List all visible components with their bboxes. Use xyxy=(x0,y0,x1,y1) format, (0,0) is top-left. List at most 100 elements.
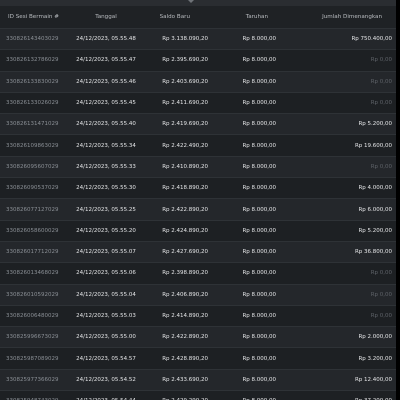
session-id-cell[interactable]: 330825977366029 xyxy=(0,368,66,391)
session-id-cell[interactable]: 330825996673029 xyxy=(0,326,66,348)
bet-cell: Rp 8.000,00 xyxy=(214,198,280,221)
table-row[interactable]: 330826131471029 24/12/2023, 05.55.40 Rp 2.… xyxy=(0,113,396,135)
win-cell: Rp 5.200,00 xyxy=(280,219,396,242)
win-cell: Rp 5.200,00 xyxy=(280,113,396,135)
balance-cell: Rp 2.398.890,20 xyxy=(146,262,214,285)
session-id-cell[interactable]: 330826010592029 xyxy=(0,283,66,306)
date-cell: 24/12/2023, 05.55.30 xyxy=(66,177,146,199)
history-table: ID Sesi Bermain # Tanggal Saldo Baru Tar… xyxy=(0,6,396,400)
column-header-win[interactable]: Jumlah Dimenangkan xyxy=(280,6,396,29)
bet-cell: Rp 8.000,00 xyxy=(214,368,280,391)
column-header-date[interactable]: Tanggal xyxy=(66,6,146,29)
balance-cell: Rp 2.422.490,20 xyxy=(146,134,214,157)
balance-cell: Rp 2.410.890,20 xyxy=(146,155,214,178)
game-history-panel: ID Sesi Bermain # Tanggal Saldo Baru Tar… xyxy=(0,0,396,400)
session-id-cell[interactable]: 330826132786029 xyxy=(0,49,66,72)
bet-cell: Rp 8.000,00 xyxy=(214,113,280,135)
date-cell: 24/12/2023, 05.54.52 xyxy=(66,368,146,391)
session-id-cell[interactable]: 330825987089029 xyxy=(0,347,66,370)
win-cell: Rp 37.200,00 xyxy=(280,390,396,400)
balance-cell: Rp 2.424.890,20 xyxy=(146,219,214,242)
bet-cell: Rp 8.000,00 xyxy=(214,27,280,50)
date-cell: 24/12/2023, 05.55.20 xyxy=(66,219,146,242)
bet-cell: Rp 8.000,00 xyxy=(214,155,280,178)
balance-cell: Rp 2.403.690,20 xyxy=(146,70,214,93)
session-id-cell[interactable]: 330826090537029 xyxy=(0,177,66,199)
bet-cell: Rp 8.000,00 xyxy=(214,326,280,348)
table-row[interactable]: 330826095607029 24/12/2023, 05.55.33 Rp 2.… xyxy=(0,155,396,178)
session-id-cell[interactable]: 330826131471029 xyxy=(0,113,66,135)
balance-cell: Rp 2.419.690,20 xyxy=(146,113,214,135)
win-cell: Rp 3.200,00 xyxy=(280,347,396,370)
balance-cell: Rp 2.414.890,20 xyxy=(146,304,214,327)
date-cell: 24/12/2023, 05.55.07 xyxy=(66,240,146,263)
table-row[interactable]: 330826143403029 24/12/2023, 05.55.48 Rp 3.… xyxy=(0,27,396,50)
table-row[interactable]: 330825977366029 24/12/2023, 05.54.52 Rp 2.… xyxy=(0,368,396,391)
session-id-cell[interactable]: 330826109863029 xyxy=(0,134,66,157)
table-row[interactable]: 330826133026029 24/12/2023, 05.55.45 Rp 2.… xyxy=(0,91,396,114)
win-cell: Rp 0,00 xyxy=(280,70,396,93)
session-id-cell[interactable]: 330825948743029 xyxy=(0,390,66,400)
table-row[interactable]: 330826010592029 24/12/2023, 05.55.04 Rp 2.… xyxy=(0,283,396,306)
column-header-bet[interactable]: Taruhan xyxy=(214,6,280,29)
win-cell: Rp 2.000,00 xyxy=(280,326,396,348)
dropdown-caret-icon[interactable] xyxy=(188,0,194,3)
balance-cell: Rp 2.427.690,20 xyxy=(146,240,214,263)
scrollbar[interactable] xyxy=(396,0,400,400)
date-cell: 24/12/2023, 05.55.46 xyxy=(66,70,146,93)
table-row[interactable]: 330826133830029 24/12/2023, 05.55.46 Rp 2.… xyxy=(0,70,396,93)
balance-cell: Rp 2.422.890,20 xyxy=(146,198,214,221)
table-row[interactable]: 330826132786029 24/12/2023, 05.55.47 Rp 2.… xyxy=(0,49,396,72)
table-row[interactable]: 330825987089029 24/12/2023, 05.54.57 Rp 2.… xyxy=(0,347,396,370)
win-cell: Rp 750.400,00 xyxy=(280,27,396,50)
session-id-cell[interactable]: 330826133830029 xyxy=(0,70,66,93)
table-row[interactable]: 330826109863029 24/12/2023, 05.55.34 Rp 2.… xyxy=(0,134,396,157)
win-cell: Rp 0,00 xyxy=(280,91,396,114)
table-header-row: ID Sesi Bermain # Tanggal Saldo Baru Tar… xyxy=(0,6,396,29)
session-id-cell[interactable]: 330826133026029 xyxy=(0,91,66,114)
table-row[interactable]: 330826077127029 24/12/2023, 05.55.25 Rp 2.… xyxy=(0,198,396,221)
win-cell: Rp 12.400,00 xyxy=(280,368,396,391)
table-row[interactable]: 330826006480029 24/12/2023, 05.55.03 Rp 2.… xyxy=(0,304,396,327)
session-id-cell[interactable]: 330826058600029 xyxy=(0,219,66,242)
win-cell: Rp 0,00 xyxy=(280,155,396,178)
date-cell: 24/12/2023, 05.54.57 xyxy=(66,347,146,370)
bet-cell: Rp 8.000,00 xyxy=(214,283,280,306)
table-row[interactable]: 330825996673029 24/12/2023, 05.55.00 Rp 2.… xyxy=(0,326,396,348)
session-id-cell[interactable]: 330826006480029 xyxy=(0,304,66,327)
bet-cell: Rp 8.000,00 xyxy=(214,70,280,93)
balance-cell: Rp 2.411.690,20 xyxy=(146,91,214,114)
win-cell: Rp 0,00 xyxy=(280,304,396,327)
table-row[interactable]: 33082594874302924/12/2023, 05.54.44Rp 2.… xyxy=(0,390,396,400)
balance-cell: Rp 2.429.290,20 xyxy=(146,390,214,400)
table-row[interactable]: 330826058600029 24/12/2023, 05.55.20 Rp 2.… xyxy=(0,219,396,242)
session-id-cell[interactable]: 330826077127029 xyxy=(0,198,66,221)
session-id-cell[interactable]: 330826013468029 xyxy=(0,262,66,285)
bet-cell: Rp 8.000,00 xyxy=(214,219,280,242)
balance-cell: Rp 2.433.690,20 xyxy=(146,368,214,391)
balance-cell: Rp 2.418.890,20 xyxy=(146,177,214,199)
session-id-cell[interactable]: 330826095607029 xyxy=(0,155,66,178)
win-cell: Rp 19.600,00 xyxy=(280,134,396,157)
win-cell: Rp 36.800,00 xyxy=(280,240,396,263)
date-cell: 24/12/2023, 05.55.48 xyxy=(66,27,146,50)
column-header-balance[interactable]: Saldo Baru xyxy=(146,6,214,29)
panel-top-bar xyxy=(0,0,396,6)
date-cell: 24/12/2023, 05.55.33 xyxy=(66,155,146,178)
bet-cell: Rp 8.000,00 xyxy=(214,134,280,157)
balance-cell: Rp 2.428.890,20 xyxy=(146,347,214,370)
column-header-session-id[interactable]: ID Sesi Bermain # xyxy=(0,6,66,29)
date-cell: 24/12/2023, 05.55.25 xyxy=(66,198,146,221)
balance-cell: Rp 3.138.090,20 xyxy=(146,27,214,50)
bet-cell: Rp 8.000,00 xyxy=(214,390,280,400)
bet-cell: Rp 8.000,00 xyxy=(214,49,280,72)
table-row[interactable]: 330826017712029 24/12/2023, 05.55.07 Rp 2.… xyxy=(0,240,396,263)
win-cell: Rp 0,00 xyxy=(280,283,396,306)
table-row[interactable]: 330826090537029 24/12/2023, 05.55.30 Rp 2.… xyxy=(0,177,396,199)
session-id-cell[interactable]: 330826017712029 xyxy=(0,240,66,263)
bet-cell: Rp 8.000,00 xyxy=(214,91,280,114)
table-row[interactable]: 330826013468029 24/12/2023, 05.55.06 Rp 2.… xyxy=(0,262,396,285)
date-cell: 24/12/2023, 05.55.40 xyxy=(66,113,146,135)
session-id-cell[interactable]: 330826143403029 xyxy=(0,27,66,50)
date-cell: 24/12/2023, 05.55.47 xyxy=(66,49,146,72)
